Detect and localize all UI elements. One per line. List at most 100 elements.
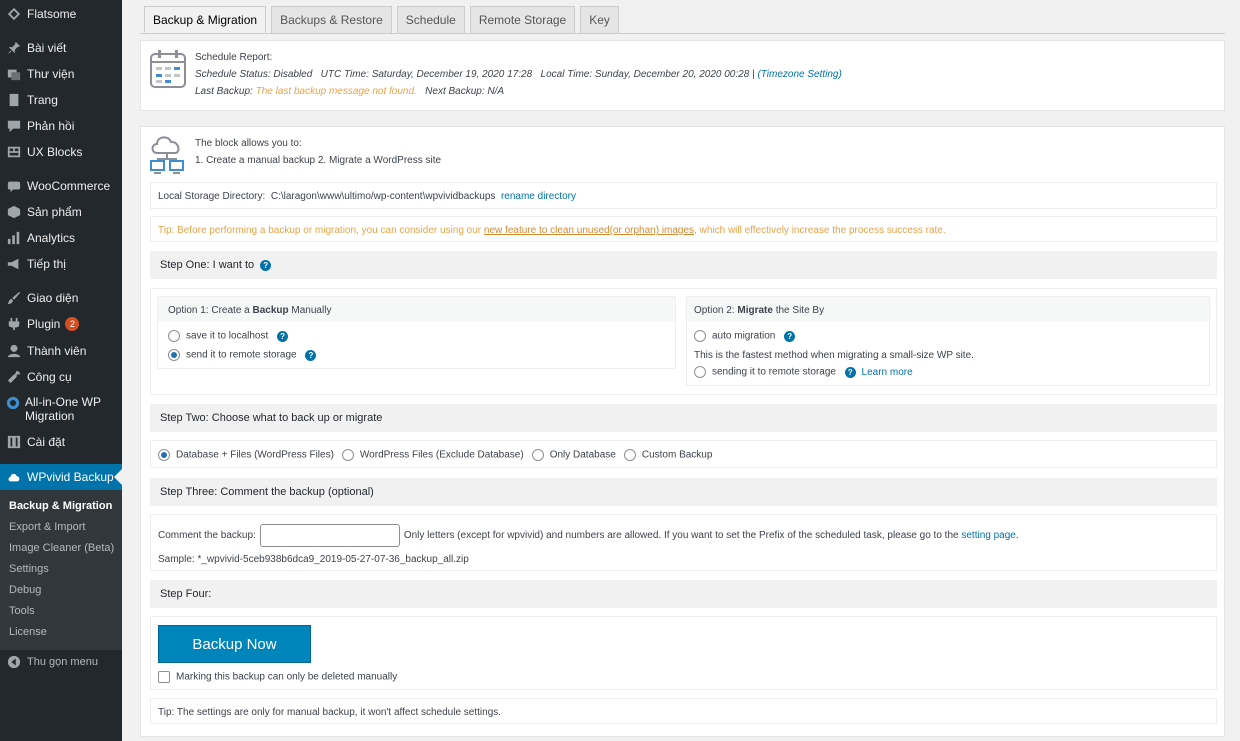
option-backup-panel: Option 1: Create a Backup Manually save … — [157, 296, 676, 369]
step-four-header: Step Four: — [150, 580, 1217, 608]
media-icon — [6, 66, 22, 82]
tab-key[interactable]: Key — [580, 6, 619, 33]
step-two-header: Step Two: Choose what to back up or migr… — [150, 404, 1217, 432]
cloud-icon — [6, 469, 22, 485]
submenu-image-cleaner[interactable]: Image Cleaner (Beta) — [0, 537, 122, 558]
backup-migration-box: The block allows you to: 1. Create a man… — [140, 126, 1225, 737]
schedule-report-title: Schedule Report: — [195, 52, 273, 63]
backup-now-button[interactable]: Backup Now — [158, 625, 311, 663]
sidebar-item-analytics[interactable]: Analytics — [0, 225, 122, 251]
auto-migration-help-icon[interactable]: ? — [784, 330, 796, 342]
timezone-setting-link[interactable]: (Timezone Setting) — [757, 69, 841, 80]
sidebar-item-products[interactable]: Sản phẩm — [0, 199, 122, 225]
sidebar-site-name[interactable]: Flatsome — [0, 1, 122, 27]
last-backup-line: Last Backup: The last backup message not… — [195, 86, 505, 97]
send-remote-radio[interactable] — [168, 349, 180, 361]
comment-section: Comment the backup: Only letters (except… — [150, 514, 1217, 571]
comment-icon — [6, 118, 22, 134]
clean-images-link[interactable]: new feature to clean unused(or orphan) i… — [484, 225, 694, 236]
setting-page-link[interactable]: setting page — [961, 530, 1016, 541]
sidebar-item-media[interactable]: Thư viện — [0, 61, 122, 87]
option-wordpress-files[interactable]: WordPress Files (Exclude Database) — [341, 449, 524, 461]
send-remote-option[interactable]: send it to remote storage ? — [168, 349, 317, 361]
learn-more-link[interactable]: Learn more — [862, 367, 913, 378]
save-localhost-radio[interactable] — [168, 330, 180, 342]
submenu-settings[interactable]: Settings — [0, 558, 122, 579]
database-files-radio[interactable] — [158, 449, 170, 461]
step-three-header: Step Three: Comment the backup (optional… — [150, 478, 1217, 506]
sidebar-item-comments[interactable]: Phản hồi — [0, 113, 122, 139]
wordpress-files-radio[interactable] — [341, 449, 354, 461]
admin-sidebar: Flatsome Bài viết Thư viện Trang Phản hồ… — [0, 0, 122, 741]
sending-remote-option[interactable]: sending it to remote storage ? Learn mor… — [694, 366, 913, 378]
blocks-icon — [6, 144, 22, 160]
tab-backups-restore[interactable]: Backups & Restore — [271, 6, 392, 33]
tabs-underline — [140, 33, 1225, 34]
wordpress-logo-icon — [6, 6, 22, 22]
sidebar-item-settings[interactable]: Cài đặt — [0, 429, 122, 455]
sending-remote-radio[interactable] — [694, 366, 706, 378]
sidebar-item-appearance[interactable]: Giao diện — [0, 285, 122, 311]
save-localhost-help-icon[interactable]: ? — [277, 330, 289, 342]
sidebar-item-tools[interactable]: Công cụ — [0, 364, 122, 390]
submenu-debug[interactable]: Debug — [0, 579, 122, 600]
intro-line-1: The block allows you to: — [195, 138, 302, 149]
schedule-status-line: Schedule Status: Disabled UTC Time: Satu… — [195, 69, 842, 80]
tip-clean-images: Tip: Before performing a backup or migra… — [150, 216, 1217, 242]
submenu-license[interactable]: License — [0, 621, 122, 642]
submenu-export-import[interactable]: Export & Import — [0, 516, 122, 537]
collapse-menu-button[interactable]: Thu gọn menu — [0, 649, 122, 675]
backup-comment-input[interactable] — [259, 524, 400, 547]
tab-schedule[interactable]: Schedule — [396, 6, 465, 33]
schedule-status-value: Disabled — [273, 69, 313, 80]
sidebar-item-ux-blocks[interactable]: UX Blocks — [0, 139, 122, 165]
option-custom-backup[interactable]: Custom Backup — [623, 449, 712, 461]
sidebar-item-all-in-one-migration[interactable]: All-in-One WP Migration — [0, 393, 122, 427]
cloud-network-icon — [149, 133, 187, 175]
backup-content-options: Database + Files (WordPress Files) WordP… — [150, 440, 1217, 468]
sidebar-item-woocommerce[interactable]: WooCommerce — [0, 173, 122, 199]
custom-backup-radio[interactable] — [623, 449, 636, 461]
step-one-help-icon[interactable]: ? — [260, 259, 272, 271]
next-backup-value: N/A — [487, 86, 505, 97]
send-remote-help-icon[interactable]: ? — [305, 349, 317, 361]
step-one-options: Option 1: Create a Backup Manually save … — [150, 288, 1217, 395]
tab-remote-storage[interactable]: Remote Storage — [469, 6, 576, 33]
utc-time-value: Saturday, December 19, 2020 17:28 — [371, 69, 533, 80]
sidebar-item-users[interactable]: Thành viên — [0, 338, 122, 364]
wpvivid-submenu: Backup & Migration Export & Import Image… — [0, 490, 122, 650]
rename-directory-link[interactable]: rename directory — [501, 191, 576, 202]
option-only-database[interactable]: Only Database — [531, 449, 616, 461]
local-storage-row: Local Storage Directory: C:\laragon\www\… — [150, 182, 1217, 209]
save-localhost-option[interactable]: save it to localhost ? — [168, 330, 289, 342]
sidebar-item-plugins[interactable]: Plugin 2 — [0, 311, 122, 337]
page-icon — [6, 92, 22, 108]
manual-delete-option[interactable]: Marking this backup can only be deleted … — [158, 671, 397, 683]
auto-migration-radio[interactable] — [694, 330, 706, 342]
sending-remote-help-icon[interactable]: ? — [844, 366, 856, 378]
sidebar-item-marketing[interactable]: Tiếp thị — [0, 251, 122, 277]
collapse-arrow-icon — [6, 654, 22, 670]
sidebar-item-posts[interactable]: Bài viết — [0, 35, 122, 61]
intro-line-2: 1. Create a manual backup 2. Migrate a W… — [195, 155, 442, 166]
manual-delete-checkbox[interactable] — [158, 671, 170, 683]
box-icon — [6, 204, 22, 220]
last-backup-value: The last backup message not found. — [255, 86, 417, 97]
settings-icon — [6, 434, 22, 450]
submenu-tools[interactable]: Tools — [0, 600, 122, 621]
submenu-backup-migration[interactable]: Backup & Migration — [0, 495, 122, 516]
backup-action-section: Backup Now Marking this backup can only … — [150, 616, 1217, 690]
migration-icon — [6, 395, 20, 411]
auto-migration-description: This is the fastest method when migratin… — [694, 350, 974, 361]
option-database-files[interactable]: Database + Files (WordPress Files) — [158, 449, 334, 461]
local-storage-path: C:\laragon\www\ultimo/wp-content\wpvivid… — [270, 191, 496, 202]
paintbrush-icon — [6, 290, 22, 306]
sidebar-item-wpvivid-backup[interactable]: WPvivid Backup — [0, 464, 122, 490]
auto-migration-option[interactable]: auto migration ? — [694, 330, 796, 342]
sidebar-item-pages[interactable]: Trang — [0, 87, 122, 113]
plugin-update-badge: 2 — [65, 317, 80, 331]
option-2-header: Option 2: Migrate the Site By — [687, 297, 1209, 322]
only-database-radio[interactable] — [531, 449, 544, 461]
tab-backup-migration[interactable]: Backup & Migration — [144, 6, 267, 33]
schedule-report-box: Schedule Report: Schedule Status: Disabl… — [140, 40, 1225, 111]
